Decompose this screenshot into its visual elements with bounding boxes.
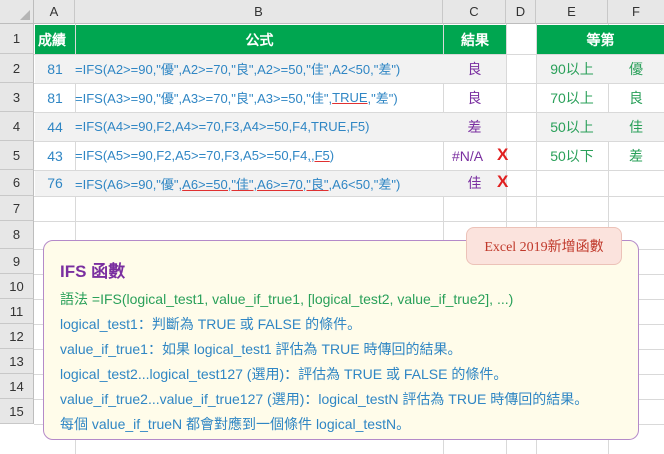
row-header-15[interactable]: 15: [0, 399, 34, 424]
row-header-14[interactable]: 14: [0, 374, 34, 399]
row-header-12[interactable]: 12: [0, 324, 34, 349]
header-formula[interactable]: 公式: [76, 25, 443, 54]
threshold-cell[interactable]: 50以下: [536, 141, 608, 170]
formula-text: =IFS(A2>=90,"優",A2>=70,"良",A2>=50,"佳",A2…: [75, 62, 401, 77]
column-header-f[interactable]: F: [608, 0, 664, 24]
formula-cell[interactable]: =IFS(A3>=90,"優",A3>=70,"良",A3>=50,"佳", TR…: [35, 83, 443, 112]
note-line: value_if_true1：如果 logical_test1 評估為 TRUE…: [60, 341, 462, 357]
formula-underlined-part: ,,F5: [307, 148, 330, 163]
formula-cell[interactable]: =IFS(A4>=90,F2,A4>=70,F3,A4>=50,F4,TRUE,…: [35, 112, 443, 141]
row-header-11[interactable]: 11: [0, 299, 34, 324]
select-all-corner[interactable]: [0, 0, 34, 24]
note-line: logical_test2...logical_test127 (選用)：評估為…: [60, 366, 508, 382]
grade-cell[interactable]: 差: [608, 141, 664, 170]
grade-cell[interactable]: 良: [608, 83, 664, 112]
gridline: [34, 221, 664, 222]
column-header-c[interactable]: C: [443, 0, 506, 24]
threshold-cell[interactable]: 90以上: [536, 54, 608, 83]
column-header-a[interactable]: A: [34, 0, 75, 24]
row-header-7[interactable]: 7: [0, 196, 34, 221]
column-header-e[interactable]: E: [536, 0, 608, 24]
note-line: 每個 value_if_trueN 都會對應到一個條件 logical_test…: [60, 416, 411, 432]
formula-text: ,"差"): [367, 91, 398, 106]
column-header-d[interactable]: D: [506, 0, 536, 24]
note-line: logical_test1：判斷為 TRUE 或 FALSE 的條件。: [60, 316, 362, 332]
formula-text: =IFS(A4>=90,F2,A4>=70,F3,A4>=50,F4,TRUE,…: [75, 119, 370, 134]
row-header-10[interactable]: 10: [0, 274, 34, 299]
row-header-13[interactable]: 13: [0, 349, 34, 374]
row-header-2[interactable]: 2: [0, 54, 34, 83]
note-line: value_if_true2...value_if_true127 (選用)：l…: [60, 391, 589, 407]
threshold-cell[interactable]: 70以上: [536, 83, 608, 112]
formula-text: ,A6<50,"差"): [328, 176, 401, 192]
formula-underlined-part: TRUE: [332, 90, 368, 105]
excel-2019-badge: Excel 2019新增函數: [466, 227, 622, 265]
grade-cell[interactable]: 佳: [608, 112, 664, 141]
row-header-8[interactable]: 8: [0, 221, 34, 249]
row-header-5[interactable]: 5: [0, 141, 34, 170]
formula-cell[interactable]: =IFS(A2>=90,"優",A2>=70,"良",A2>=50,"佳",A2…: [35, 54, 443, 83]
formula-cell[interactable]: =IFS(A5>=90,F2,A5>=70,F3,A5>=50,F4 ,,F5): [35, 141, 443, 170]
row-header-6[interactable]: 6: [0, 170, 34, 196]
result-cell[interactable]: 良: [443, 54, 506, 83]
formula-text: =IFS(A5>=90,F2,A5>=70,F3,A5>=50,F4: [75, 148, 308, 163]
formula-cell[interactable]: =IFS(A6>=90,"優", A6>=50,"佳",A6>=70,"良" ,A6…: [35, 170, 443, 196]
header-grade[interactable]: 等第: [537, 25, 664, 54]
formula-underlined-part: A6>=50,"佳",A6>=70,"良": [182, 176, 329, 192]
row-header-9[interactable]: 9: [0, 249, 34, 274]
row-header-4[interactable]: 4: [0, 112, 34, 141]
column-header-b[interactable]: B: [75, 0, 443, 24]
formula-text: ): [329, 148, 335, 163]
gridline: [34, 196, 664, 197]
header-result[interactable]: 結果: [444, 25, 506, 54]
spreadsheet: A B C D E F 1 2 3 4 5 6 7 8 9 10 11 12 1…: [0, 0, 664, 454]
error-mark: X: [497, 145, 509, 164]
error-mark: X: [497, 172, 509, 191]
formula-text: =IFS(A6>=90,"優",: [75, 176, 183, 192]
row-header-3[interactable]: 3: [0, 83, 34, 112]
ifs-function-note: IFS 函數 語法 =IFS(logical_test1, value_if_t…: [43, 240, 639, 440]
row-header-1[interactable]: 1: [0, 24, 34, 54]
note-title: IFS 函數: [60, 262, 126, 281]
result-cell[interactable]: 良: [443, 83, 506, 112]
formula-text: =IFS(A3>=90,"優",A3>=70,"良",A3>=50,"佳",: [75, 91, 333, 106]
threshold-cell[interactable]: 50以上: [536, 112, 608, 141]
result-cell[interactable]: 差: [443, 112, 506, 141]
note-syntax: 語法 =IFS(logical_test1, value_if_true1, […: [60, 291, 514, 307]
grade-cell[interactable]: 優: [608, 54, 664, 83]
header-score[interactable]: 成績: [35, 25, 75, 54]
